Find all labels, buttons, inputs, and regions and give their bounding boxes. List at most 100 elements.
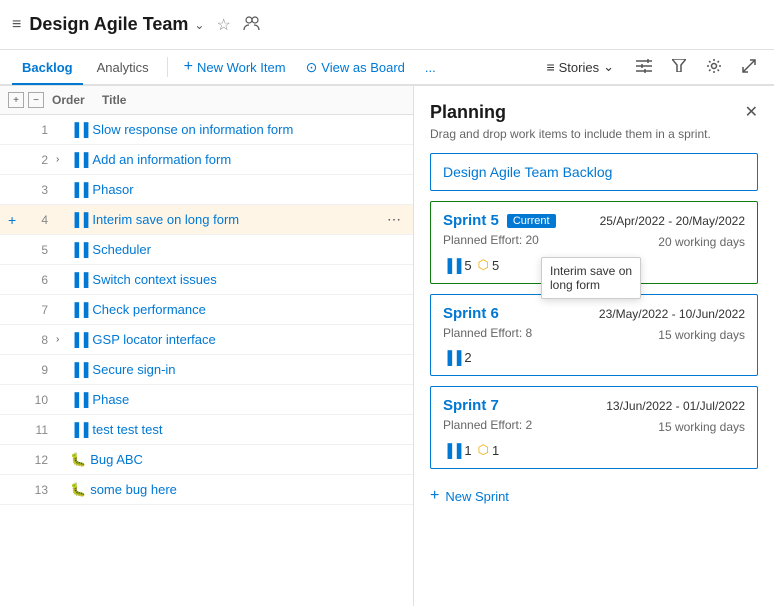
task-count-icon: ⬡ xyxy=(478,257,489,273)
work-item-title[interactable]: Phasor xyxy=(92,182,383,197)
row-add-button[interactable]: + xyxy=(8,212,24,228)
tab-backlog[interactable]: Backlog xyxy=(12,52,83,85)
bug-icon: 🐛 xyxy=(70,452,86,468)
new-sprint-button[interactable]: + New Sprint xyxy=(430,479,758,513)
story-icon: ▐▐ xyxy=(70,392,88,407)
table-row: 5 ▐▐ Scheduler ⋯ xyxy=(0,235,413,265)
work-item-title[interactable]: Slow response on information form xyxy=(92,122,383,137)
sprint-5-right: 25/Apr/2022 - 20/May/2022 xyxy=(600,213,745,228)
group-by-button[interactable] xyxy=(630,55,658,80)
table-row: 7 ▐▐ Check performance ⋯ xyxy=(0,295,413,325)
story-icon: ▐▐ xyxy=(70,362,88,377)
sprint-6-header: Sprint 6 23/May/2022 - 10/Jun/2022 xyxy=(443,305,745,322)
collapse-all-button[interactable]: − xyxy=(28,92,44,108)
work-item-title[interactable]: Secure sign-in xyxy=(92,362,383,377)
sprint-7-stats: ▐▐ 1 ⬡ 1 xyxy=(443,442,745,458)
sprint-5-effort: Planned Effort: 20 xyxy=(443,233,539,247)
row-number: 3 xyxy=(26,183,56,197)
close-button[interactable]: ✕ xyxy=(745,102,758,122)
sprint-5-header: Sprint 5 Current 25/Apr/2022 - 20/May/20… xyxy=(443,212,745,229)
table-row: + 4 ▐▐ Interim save on long form ⋯ xyxy=(0,205,413,235)
story-icon: ▐▐ xyxy=(70,302,88,317)
work-item-title[interactable]: Interim save on long form xyxy=(92,212,383,227)
table-row: 11 ▐▐ test test test ⋯ xyxy=(0,415,413,445)
bug-icon: 🐛 xyxy=(70,482,86,498)
row-number: 1 xyxy=(26,123,56,137)
story-icon: ▐▐ xyxy=(70,422,88,437)
work-item-title[interactable]: GSP locator interface xyxy=(92,332,383,347)
work-item-title[interactable]: Add an information form xyxy=(92,152,383,167)
drag-tooltip: Interim save on long form xyxy=(541,257,641,299)
sprint-7-effort: Planned Effort: 2 xyxy=(443,418,532,432)
nav-right: ≡ Stories ⌄ xyxy=(538,54,762,81)
table-row: 13 🐛 some bug here ⋯ xyxy=(0,475,413,505)
row-number: 5 xyxy=(26,243,56,257)
filter-button[interactable] xyxy=(666,55,692,79)
sprint-6-working-days: 15 working days xyxy=(658,328,745,342)
story-icon: ▐▐ xyxy=(70,152,88,167)
row-more-icon[interactable]: ⋯ xyxy=(383,209,405,230)
row-number: 10 xyxy=(26,393,56,407)
expand-button[interactable] xyxy=(736,55,762,80)
table-row: 2 › ▐▐ Add an information form ⋯ xyxy=(0,145,413,175)
story-icon: ▐▐ xyxy=(70,122,88,137)
sprint-6-dates: 23/May/2022 - 10/Jun/2022 xyxy=(599,307,745,321)
backlog-column-header: + − Order Title xyxy=(0,86,413,115)
row-number: 13 xyxy=(26,483,56,497)
row-expand-icon[interactable]: › xyxy=(56,334,70,345)
row-number: 7 xyxy=(26,303,56,317)
sprint-7-name: Sprint 7 xyxy=(443,397,499,414)
view-as-board-button[interactable]: ⊙ View as Board xyxy=(298,55,413,80)
app-root: ≡ Design Agile Team ⌄ ☆ Backlog Analytic… xyxy=(0,0,774,606)
sprint-5-task-count: ⬡ 5 xyxy=(478,257,500,273)
table-row: 12 🐛 Bug ABC ⋯ xyxy=(0,445,413,475)
backlog-card-title: Design Agile Team Backlog xyxy=(443,164,612,180)
row-expand-icon[interactable]: › xyxy=(56,154,70,165)
story-count-icon: ▐▐ xyxy=(443,258,461,273)
sprint-6-card[interactable]: Sprint 6 23/May/2022 - 10/Jun/2022 Plann… xyxy=(430,294,758,376)
sprint-7-card[interactable]: Sprint 7 13/Jun/2022 - 01/Jul/2022 Plann… xyxy=(430,386,758,469)
team-icon[interactable] xyxy=(243,14,261,36)
sprint-7-dates: 13/Jun/2022 - 01/Jul/2022 xyxy=(606,399,745,413)
table-row: 9 ▐▐ Secure sign-in ⋯ xyxy=(0,355,413,385)
plus-icon: + xyxy=(184,58,193,76)
backlog-list: + − Order Title 1 ▐▐ Slow response on in… xyxy=(0,86,414,606)
sprint-7-working-days: 15 working days xyxy=(658,420,745,434)
more-actions-button[interactable]: ... xyxy=(417,56,444,79)
sprint-current-badge: Current xyxy=(507,214,556,228)
work-item-title[interactable]: Switch context issues xyxy=(92,272,383,287)
header: ≡ Design Agile Team ⌄ ☆ xyxy=(0,0,774,50)
navbar: Backlog Analytics + New Work Item ⊙ View… xyxy=(0,50,774,86)
planning-header: Planning ✕ xyxy=(430,102,758,123)
story-icon: ▐▐ xyxy=(70,332,88,347)
stories-dropdown[interactable]: ≡ Stories ⌄ xyxy=(538,55,622,79)
planning-subtitle: Drag and drop work items to include them… xyxy=(430,127,758,141)
row-number: 2 xyxy=(26,153,56,167)
sprint-6-name: Sprint 6 xyxy=(443,305,499,322)
backlog-planning-card[interactable]: Design Agile Team Backlog xyxy=(430,153,758,191)
sprint-7-task-count: ⬡ 1 xyxy=(478,442,500,458)
story-icon: ▐▐ xyxy=(70,212,88,227)
expand-collapse-controls: + − xyxy=(8,92,44,108)
work-item-title[interactable]: Check performance xyxy=(92,302,383,317)
story-icon: ▐▐ xyxy=(70,182,88,197)
table-row: 3 ▐▐ Phasor ⋯ xyxy=(0,175,413,205)
new-work-item-button[interactable]: + New Work Item xyxy=(176,54,294,80)
work-item-title[interactable]: Bug ABC xyxy=(90,452,383,467)
expand-all-button[interactable]: + xyxy=(8,92,24,108)
work-item-title[interactable]: Phase xyxy=(92,392,383,407)
favorite-icon[interactable]: ☆ xyxy=(216,15,230,35)
sprint-5-working-days: 20 working days xyxy=(658,235,745,249)
sprint-5-card[interactable]: Sprint 5 Current 25/Apr/2022 - 20/May/20… xyxy=(430,201,758,284)
list-icon: ≡ xyxy=(546,59,554,75)
work-item-title[interactable]: Scheduler xyxy=(92,242,383,257)
board-icon: ⊙ xyxy=(306,59,318,76)
work-item-title[interactable]: test test test xyxy=(92,422,383,437)
tab-analytics[interactable]: Analytics xyxy=(87,52,159,85)
sprint-7-story-count: ▐▐ 1 xyxy=(443,443,472,458)
title-chevron-icon[interactable]: ⌄ xyxy=(194,18,204,32)
settings-button[interactable] xyxy=(700,54,728,81)
work-item-title[interactable]: some bug here xyxy=(90,482,383,497)
sprint-5-left: Sprint 5 Current xyxy=(443,212,556,229)
sprint-6-effort: Planned Effort: 8 xyxy=(443,326,532,340)
